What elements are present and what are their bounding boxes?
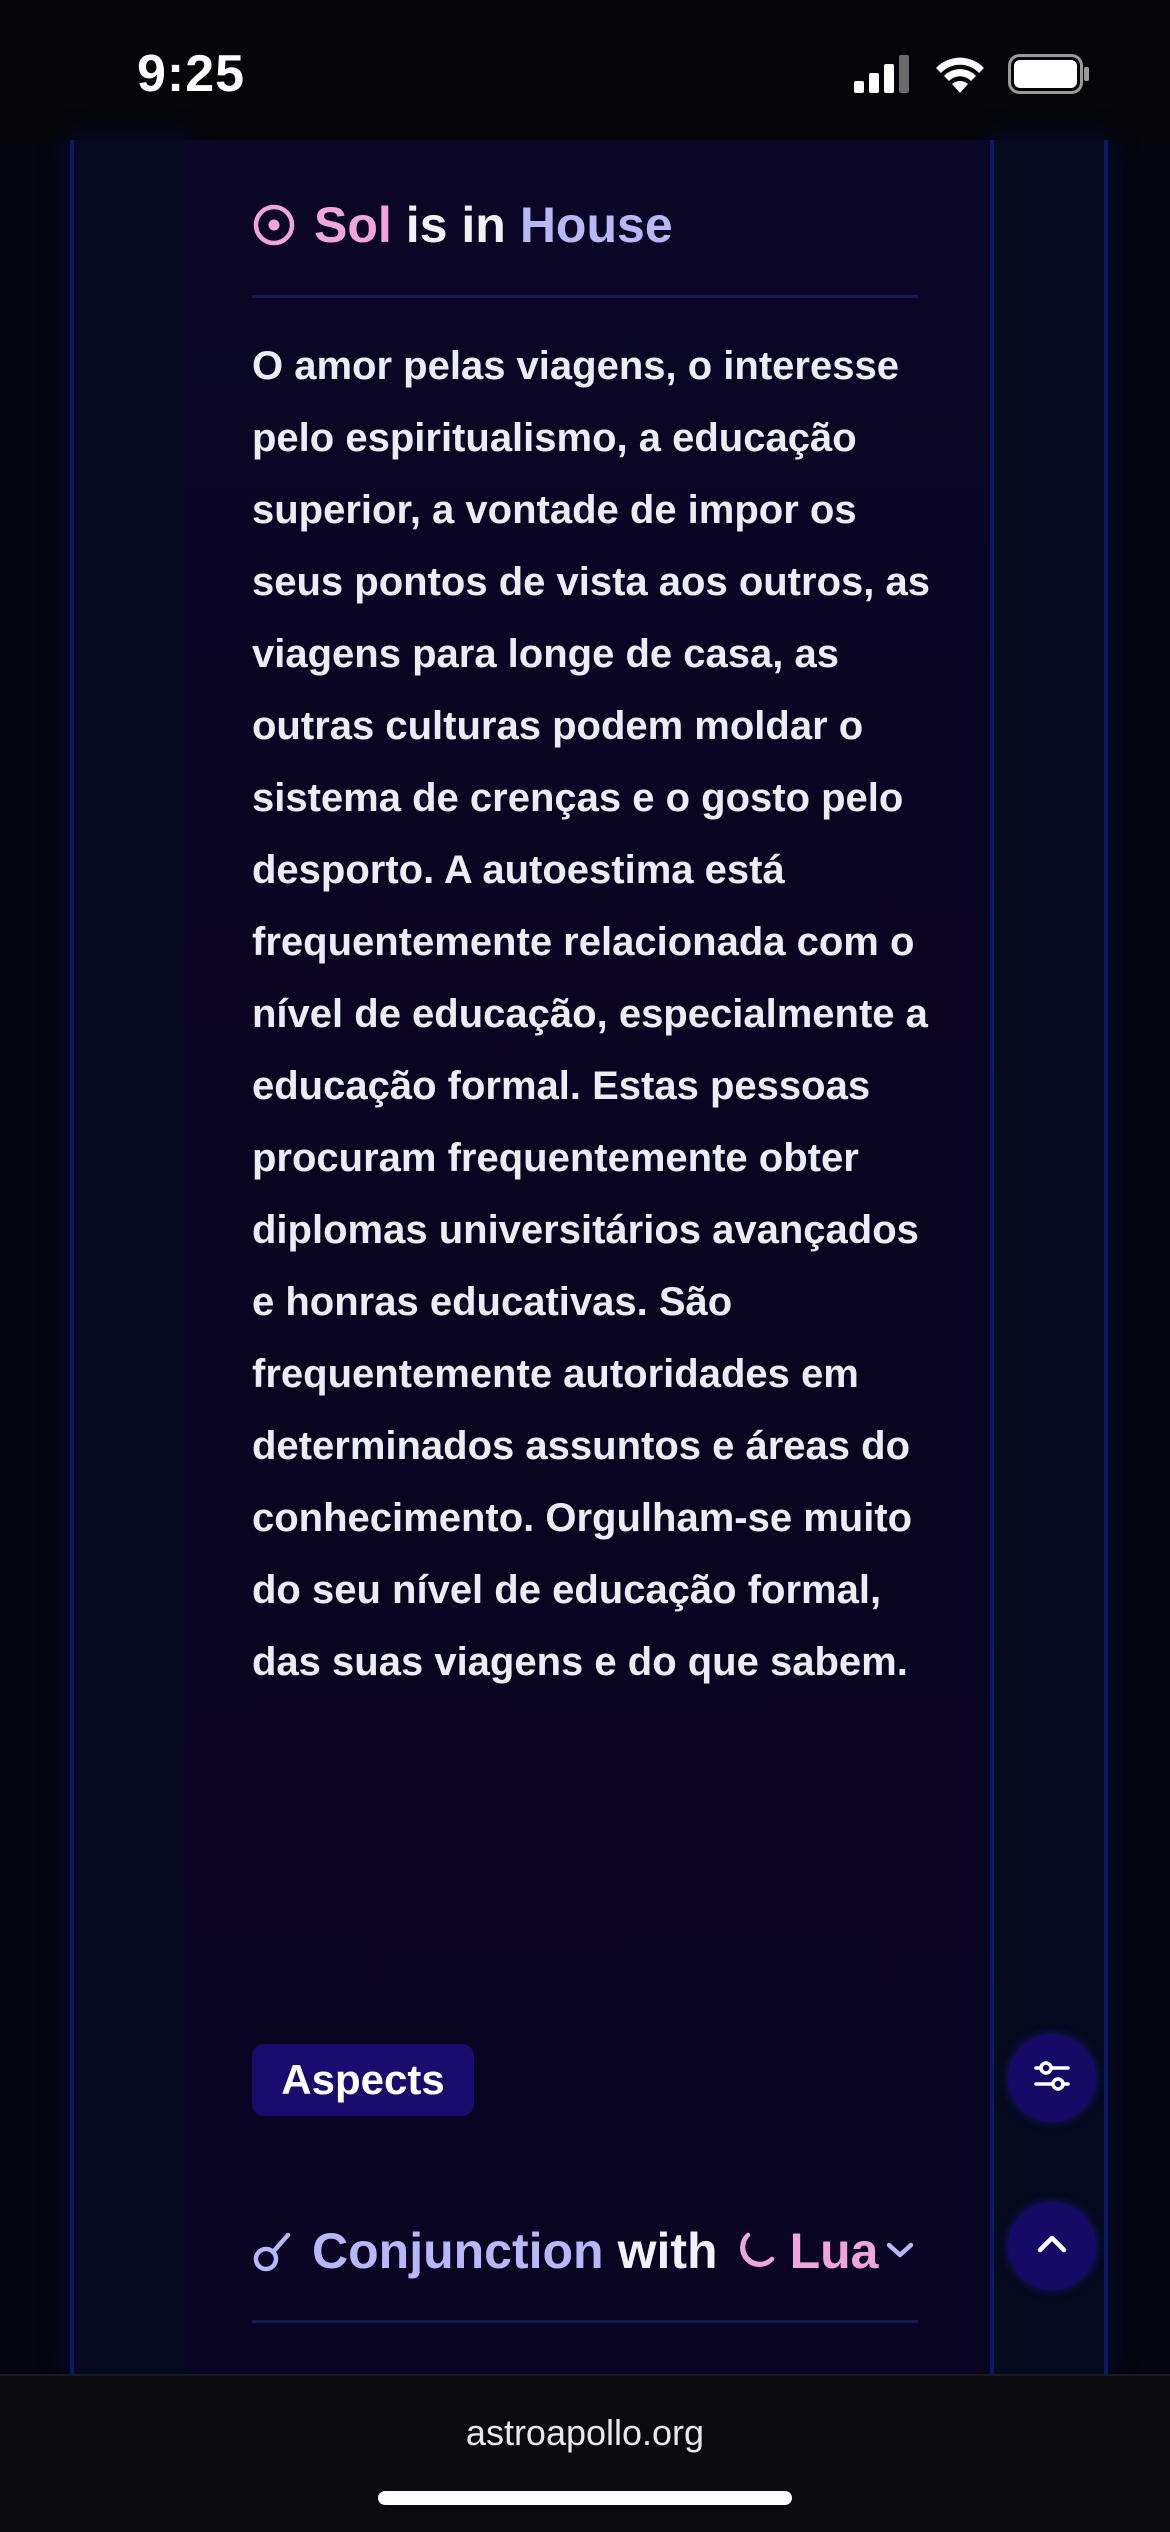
planet-name: Sol bbox=[314, 197, 392, 253]
heading-divider bbox=[252, 295, 918, 298]
status-bar: 9:25 bbox=[0, 0, 1170, 140]
scroll-to-top-button[interactable] bbox=[1008, 2202, 1096, 2290]
url-address[interactable]: astroapollo.org bbox=[0, 2412, 1170, 2454]
moon-icon bbox=[736, 2229, 778, 2273]
aspect-row-conjunction[interactable]: Conjunction with Lua bbox=[252, 2222, 918, 2280]
sliders-icon bbox=[1032, 2056, 1072, 2101]
heading-connector: is in bbox=[405, 197, 506, 253]
cellular-signal-icon bbox=[854, 55, 912, 98]
planet-house-heading: Sol is in House bbox=[252, 196, 673, 254]
sun-symbol-icon bbox=[252, 203, 296, 247]
conjunction-icon bbox=[252, 2229, 292, 2273]
aspect-type: Conjunction bbox=[312, 2223, 604, 2279]
aspects-section-label: Aspects bbox=[252, 2044, 474, 2116]
house-name: House bbox=[519, 197, 673, 253]
aspect-divider bbox=[252, 2320, 918, 2323]
screen: 9:25 Sol is in House O amor pelas viagen… bbox=[0, 0, 1170, 2532]
wifi-icon bbox=[934, 55, 986, 98]
aspect-planet: Lua bbox=[789, 2223, 879, 2279]
home-indicator[interactable] bbox=[378, 2491, 792, 2505]
interpretation-text: O amor pelas viagens, o interesse pelo e… bbox=[252, 344, 930, 1684]
battery-icon bbox=[1008, 54, 1090, 99]
decorative-column-left bbox=[70, 140, 188, 2376]
status-time: 9:25 bbox=[137, 45, 246, 103]
chevron-down-icon[interactable] bbox=[885, 2240, 915, 2262]
settings-fab-button[interactable] bbox=[1008, 2034, 1096, 2122]
aspect-connector: with bbox=[617, 2223, 718, 2279]
status-icons bbox=[854, 54, 1090, 99]
chevron-up-icon bbox=[1035, 2232, 1069, 2261]
